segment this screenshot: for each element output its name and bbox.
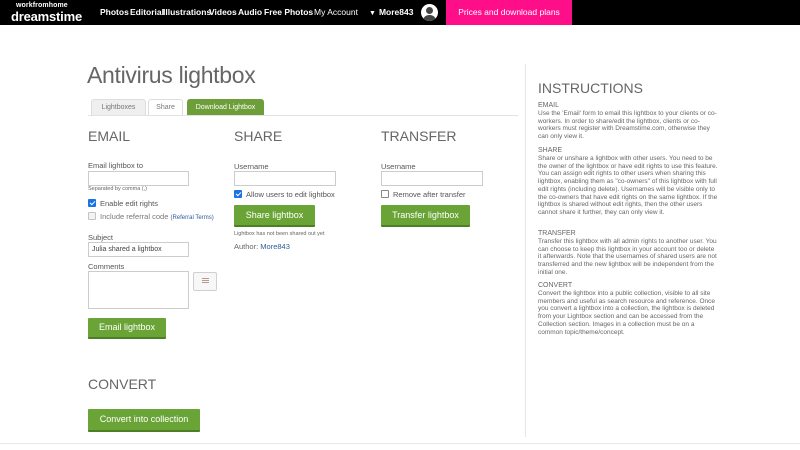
logo-wordmark: dreamstime bbox=[11, 9, 82, 24]
column-divider bbox=[525, 64, 526, 437]
instructions-transfer-heading: TRANSFER bbox=[538, 230, 576, 237]
emoji-icon bbox=[202, 278, 209, 279]
nav-audio[interactable]: Audio bbox=[238, 0, 262, 25]
prices-and-download-plans-button[interactable]: Prices and download plans bbox=[446, 0, 572, 25]
instructions-transfer-text: Transfer this lightbox with all admin ri… bbox=[538, 238, 717, 276]
email-to-input[interactable] bbox=[88, 171, 189, 186]
transfer-section-title: TRANSFER bbox=[381, 128, 457, 144]
nav-username: More843 bbox=[378, 7, 414, 17]
comments-textarea[interactable] bbox=[88, 271, 189, 309]
email-to-label: Email lightbox to bbox=[88, 161, 144, 170]
checkbox-unchecked-icon bbox=[88, 212, 96, 220]
tab-lightboxes[interactable]: Lightboxes bbox=[91, 99, 146, 115]
share-section-title: SHARE bbox=[234, 128, 283, 144]
nav-videos[interactable]: Videos bbox=[209, 0, 237, 25]
nav-editorial[interactable]: Editorial bbox=[130, 0, 164, 25]
avatar[interactable] bbox=[421, 4, 438, 21]
subject-input[interactable]: Julia shared a lightbox bbox=[88, 242, 189, 257]
tab-share[interactable]: Share bbox=[148, 99, 183, 115]
chevron-down-icon: ▼ bbox=[369, 10, 376, 17]
remove-after-transfer-checkbox[interactable]: Remove after transfer bbox=[381, 190, 466, 200]
email-section-title: EMAIL bbox=[88, 128, 131, 144]
avatar-head-shape bbox=[426, 7, 433, 14]
include-referral-label: Include referral code bbox=[100, 212, 169, 221]
nav-photos[interactable]: Photos bbox=[100, 0, 129, 25]
instructions-convert-heading: CONVERT bbox=[538, 282, 573, 289]
email-separator-hint: Separated by comma (,) bbox=[88, 186, 147, 192]
subject-label: Subject bbox=[88, 233, 114, 242]
top-navigation-bar: workfromhome dreamstime Photos Editorial… bbox=[0, 0, 800, 25]
convert-section-title: CONVERT bbox=[88, 376, 157, 392]
convert-into-collection-button[interactable]: Convert into collection bbox=[88, 409, 200, 432]
instructions-title: INSTRUCTIONS bbox=[538, 80, 643, 96]
remove-after-transfer-label: Remove after transfer bbox=[393, 190, 466, 199]
instructions-email-heading: EMAIL bbox=[538, 102, 560, 109]
transfer-lightbox-button[interactable]: Transfer lightbox bbox=[381, 205, 470, 227]
transfer-username-input[interactable] bbox=[381, 171, 483, 186]
referral-terms-link[interactable]: (Referral Terms) bbox=[170, 215, 213, 221]
share-username-input[interactable] bbox=[234, 171, 336, 186]
author-label: Author: bbox=[234, 242, 259, 251]
nav-my-account[interactable]: My Account bbox=[314, 0, 358, 25]
checkbox-checked-icon bbox=[234, 190, 242, 198]
tabs-divider bbox=[88, 115, 518, 116]
allow-edit-label: Allow users to edit lightbox bbox=[246, 190, 335, 199]
footer-divider bbox=[0, 443, 800, 444]
checkbox-unchecked-icon bbox=[381, 190, 389, 198]
instructions-share-heading: SHARE bbox=[538, 147, 563, 154]
author-username: More843 bbox=[260, 242, 290, 251]
transfer-username-label: Username bbox=[381, 162, 416, 171]
share-status-text: Lightbox has not been shared out yet bbox=[234, 231, 325, 237]
avatar-body-shape bbox=[423, 15, 436, 21]
dreamstime-logo[interactable]: workfromhome dreamstime bbox=[11, 2, 86, 23]
include-referral-checkbox[interactable]: Include referral code (Referral Terms) bbox=[88, 212, 214, 222]
enable-edit-rights-checkbox[interactable]: Enable edit rights bbox=[88, 199, 158, 209]
nav-free-photos[interactable]: Free Photos bbox=[264, 0, 313, 25]
nav-user-menu[interactable]: ▼ More843 bbox=[369, 0, 413, 25]
nav-illustrations[interactable]: Illustrations bbox=[163, 0, 211, 25]
enable-edit-rights-label: Enable edit rights bbox=[100, 199, 158, 208]
instructions-share-text: Share or unshare a lightbox with other u… bbox=[538, 155, 718, 216]
share-username-label: Username bbox=[234, 162, 269, 171]
logo-tagline: workfromhome bbox=[16, 2, 68, 9]
author-line: Author: More843 bbox=[234, 242, 290, 251]
emoji-picker-button[interactable] bbox=[193, 272, 217, 291]
tab-download-lightbox[interactable]: Download Lightbox bbox=[187, 99, 264, 115]
instructions-email-text: Use the 'Email' form to email this light… bbox=[538, 110, 717, 141]
instructions-convert-text: Convert the lightbox into a public colle… bbox=[538, 290, 716, 336]
comments-label: Comments bbox=[88, 262, 125, 271]
checkbox-checked-icon bbox=[88, 199, 96, 207]
allow-edit-checkbox[interactable]: Allow users to edit lightbox bbox=[234, 190, 335, 200]
share-lightbox-button[interactable]: Share lightbox bbox=[234, 205, 315, 227]
email-lightbox-button[interactable]: Email lightbox bbox=[88, 318, 166, 339]
page-title: Antivirus lightbox bbox=[87, 62, 256, 88]
